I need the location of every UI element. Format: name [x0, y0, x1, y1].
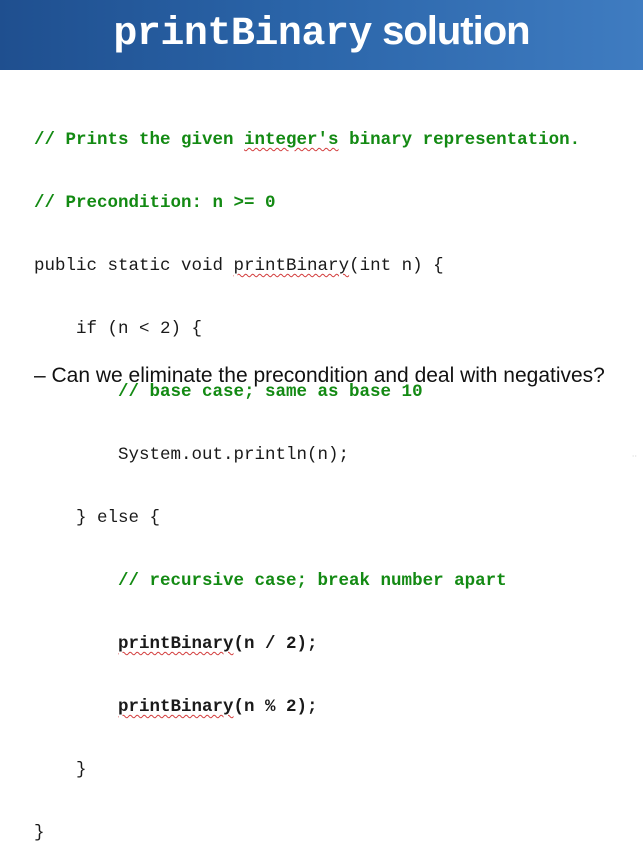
comment-text-flagged: integer's: [244, 130, 339, 150]
code-line-6: System.out.println(n);: [34, 445, 580, 466]
method-name: printBinary: [118, 634, 234, 654]
code-line-8: // recursive case; break number apart: [34, 571, 580, 592]
code-text: (int n) {: [349, 256, 444, 276]
code-text: public static void: [34, 256, 234, 276]
code-text: (n % 2);: [233, 697, 318, 717]
comment-text: binary representation.: [338, 130, 581, 150]
precondition-comment: // Precondition: n >= 0: [34, 193, 276, 213]
code-line-7: } else {: [34, 508, 580, 529]
code-line-11: }: [34, 760, 580, 781]
code-text: }: [34, 760, 87, 780]
title-method-name: printBinary: [113, 12, 372, 57]
recursive-case-comment: // recursive case; break number apart: [118, 571, 507, 591]
code-line-12: }: [34, 823, 580, 844]
code-block: // Prints the given integer's binary rep…: [34, 88, 580, 865]
code-text: System.out.println(n);: [34, 445, 350, 465]
method-name: printBinary: [118, 697, 234, 717]
method-name: printBinary: [233, 256, 350, 276]
code-text: } else {: [34, 508, 161, 528]
code-line-9: printBinary(n / 2);: [34, 634, 580, 655]
slide-title: printBinary solution: [0, 9, 643, 57]
code-line-1: // Prints the given integer's binary rep…: [34, 130, 580, 151]
code-text: if (n < 2) {: [34, 319, 203, 339]
code-text: (n / 2);: [233, 634, 318, 654]
comment-text: // Prints the given: [34, 130, 245, 150]
code-line-3: public static void printBinary(int n) {: [34, 256, 580, 277]
question-bullet: – Can we eliminate the precondition and …: [34, 364, 605, 387]
code-line-10: printBinary(n % 2);: [34, 697, 580, 718]
code-text: }: [34, 823, 45, 843]
slide-number-mark: ··: [631, 452, 637, 461]
code-line-2: // Precondition: n >= 0: [34, 193, 580, 214]
title-banner: printBinary solution: [0, 0, 643, 70]
code-line-4: if (n < 2) {: [34, 319, 580, 340]
title-suffix: solution: [371, 9, 531, 53]
